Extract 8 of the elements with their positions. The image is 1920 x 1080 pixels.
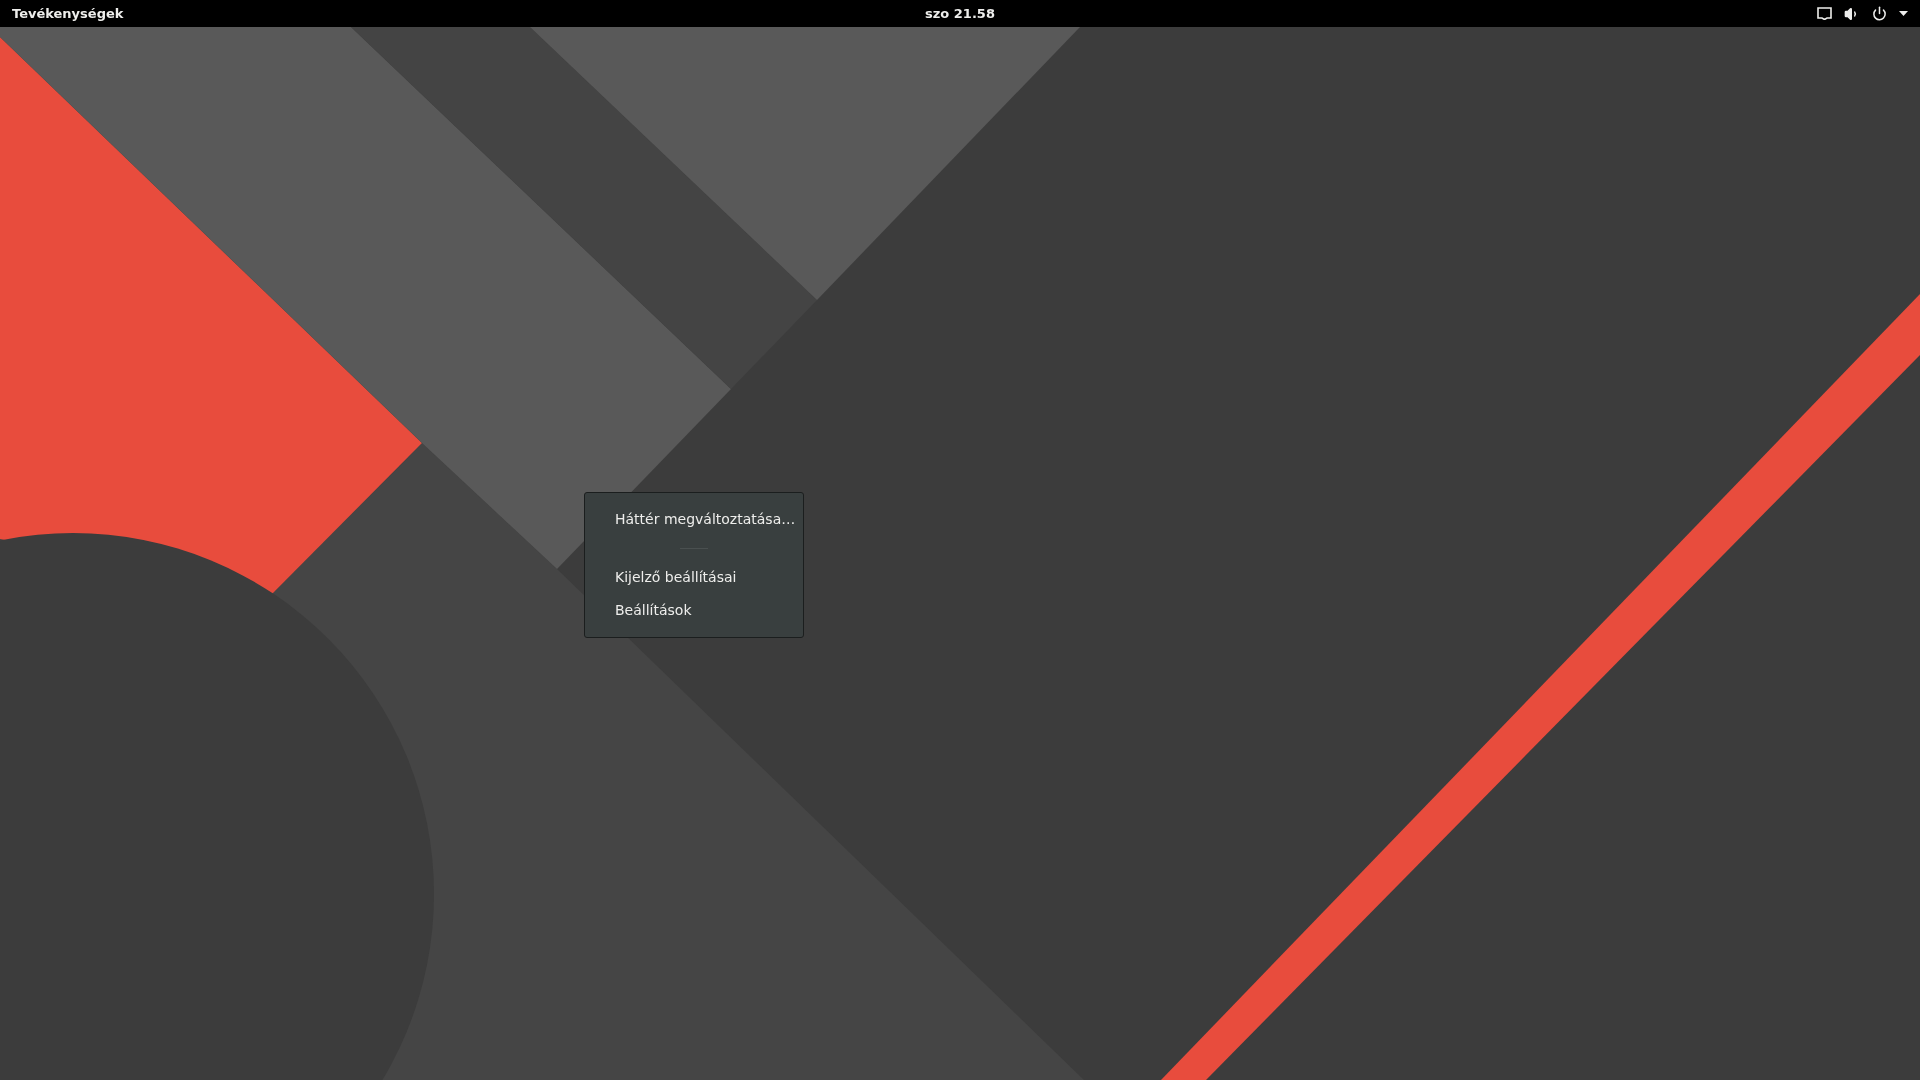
menu-item[interactable]: Háttér megváltoztatása… xyxy=(585,503,803,536)
caret-icon[interactable] xyxy=(1899,11,1908,16)
power-icon[interactable] xyxy=(1872,6,1887,21)
activities-button[interactable]: Tevékenységek xyxy=(12,3,124,24)
screen-icon[interactable] xyxy=(1817,7,1832,20)
clock[interactable]: szo 21.58 xyxy=(925,3,995,24)
menu-item[interactable]: Kijelző beállításai xyxy=(585,561,803,594)
menu-item[interactable]: Beállítások xyxy=(585,594,803,627)
